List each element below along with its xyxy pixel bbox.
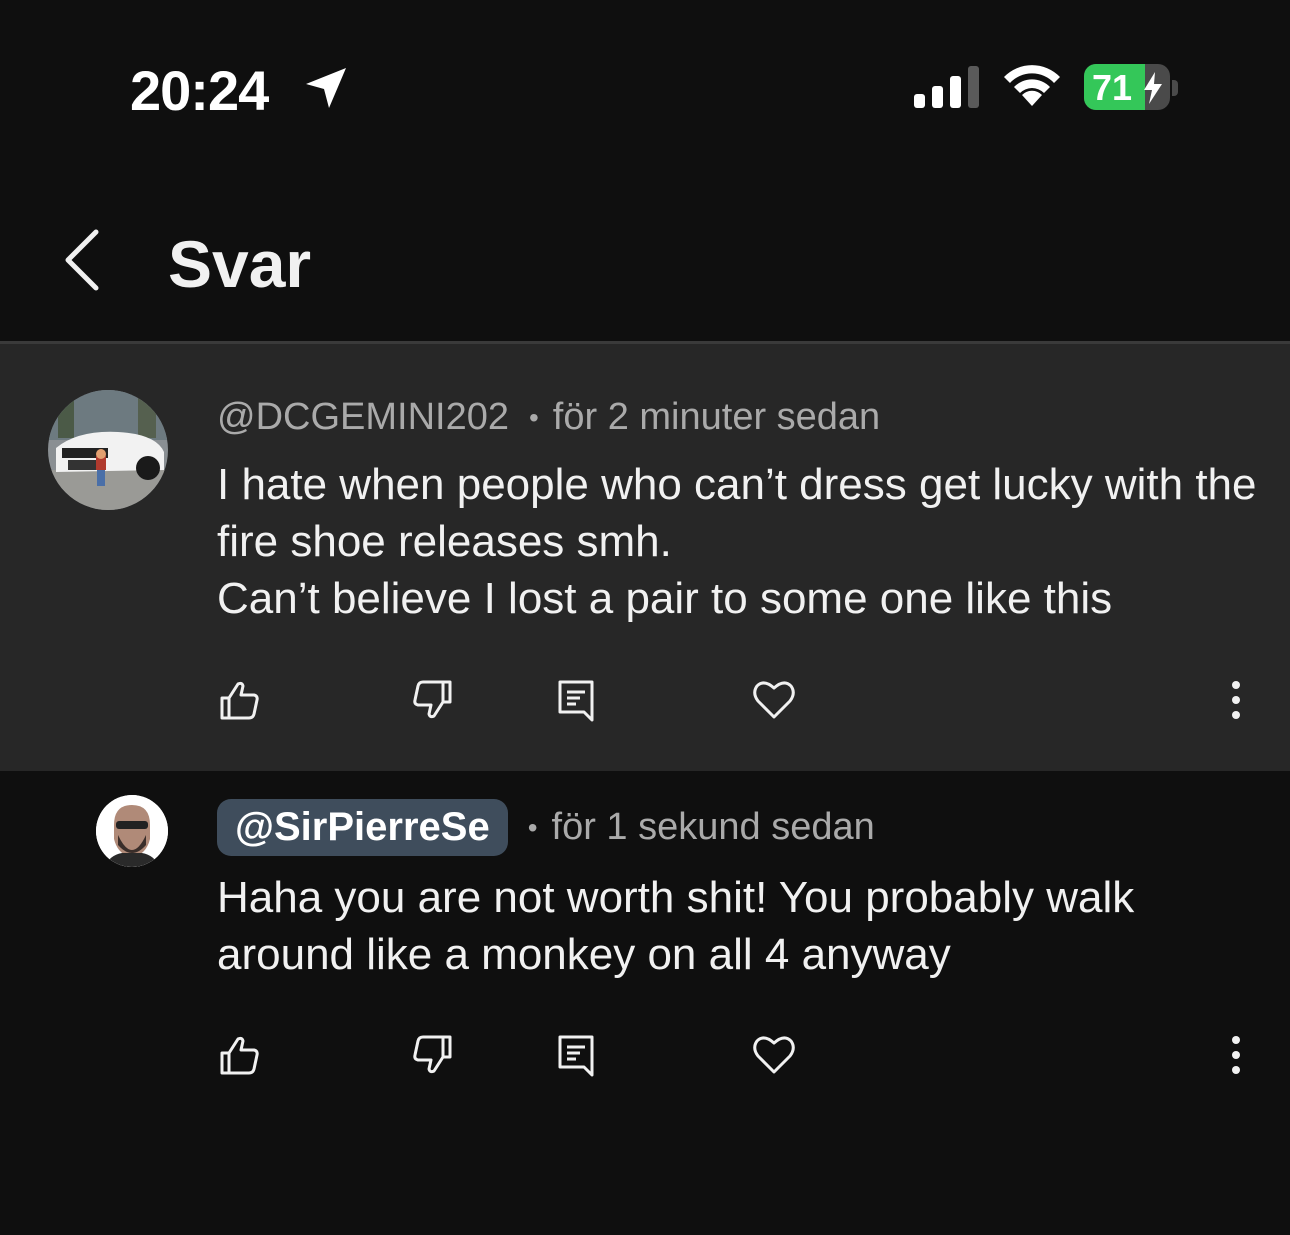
comment-timestamp: för 2 minuter sedan bbox=[552, 396, 881, 438]
reply-icon bbox=[558, 680, 594, 722]
thumbs-down-icon bbox=[413, 1035, 452, 1074]
thumbs-up-icon bbox=[220, 1036, 259, 1075]
replies-header: Svar bbox=[0, 170, 1290, 342]
chevron-left-icon[interactable] bbox=[60, 226, 108, 294]
comment-actions bbox=[0, 670, 1290, 730]
more-vertical-icon bbox=[1232, 681, 1240, 719]
comment-text: Haha you are not worth shit! You probabl… bbox=[217, 873, 1135, 979]
comment-meta: @SirPierreSe • för 1 sekund sedan bbox=[217, 799, 875, 856]
battery-charging-icon bbox=[1144, 72, 1162, 104]
comment-actions bbox=[0, 1025, 1290, 1085]
battery-indicator: 71 bbox=[1084, 64, 1170, 110]
reply-button[interactable] bbox=[546, 1025, 606, 1085]
dislike-button[interactable] bbox=[402, 670, 462, 730]
more-vertical-icon bbox=[1232, 1036, 1240, 1074]
comment-author-highlighted[interactable]: @SirPierreSe bbox=[217, 799, 508, 856]
heart-icon bbox=[753, 681, 795, 719]
location-arrow-icon bbox=[306, 68, 346, 108]
dislike-button[interactable] bbox=[402, 1025, 462, 1085]
comment-author[interactable]: @DCGEMINI202 bbox=[217, 396, 509, 439]
comment-text: I hate when people who can’t dress get l… bbox=[217, 460, 1257, 623]
man-portrait-avatar[interactable] bbox=[96, 795, 168, 867]
battery-percent: 71 bbox=[1092, 67, 1133, 108]
comment-timestamp: för 1 sekund sedan bbox=[551, 806, 875, 848]
status-bar: 20:24 71 bbox=[0, 0, 1290, 170]
more-options-button[interactable] bbox=[1206, 670, 1266, 730]
reply-button[interactable] bbox=[546, 670, 606, 730]
heart-icon bbox=[753, 1036, 795, 1074]
more-options-button[interactable] bbox=[1206, 1025, 1266, 1085]
like-button[interactable] bbox=[210, 1025, 270, 1085]
meta-separator: • bbox=[528, 401, 539, 433]
page-title: Svar bbox=[168, 227, 312, 301]
reply-comment: @SirPierreSe • för 1 sekund sedan Haha y… bbox=[0, 771, 1290, 1171]
battery-cap bbox=[1172, 80, 1178, 96]
thumbs-down-icon bbox=[413, 680, 452, 719]
meta-separator: • bbox=[527, 811, 538, 843]
parent-comment: @DCGEMINI202 • för 2 minuter sedan I hat… bbox=[0, 344, 1290, 771]
like-button[interactable] bbox=[210, 670, 270, 730]
heart-button[interactable] bbox=[744, 1025, 804, 1085]
wifi-icon bbox=[1004, 65, 1060, 106]
car-photo-avatar[interactable] bbox=[48, 390, 168, 510]
heart-button[interactable] bbox=[744, 670, 804, 730]
reply-icon bbox=[558, 1035, 594, 1077]
cellular-signal-icon bbox=[914, 66, 979, 108]
thumbs-up-icon bbox=[220, 681, 259, 720]
status-time: 20:24 bbox=[130, 59, 269, 122]
comment-meta: @DCGEMINI202 • för 2 minuter sedan bbox=[217, 396, 880, 439]
